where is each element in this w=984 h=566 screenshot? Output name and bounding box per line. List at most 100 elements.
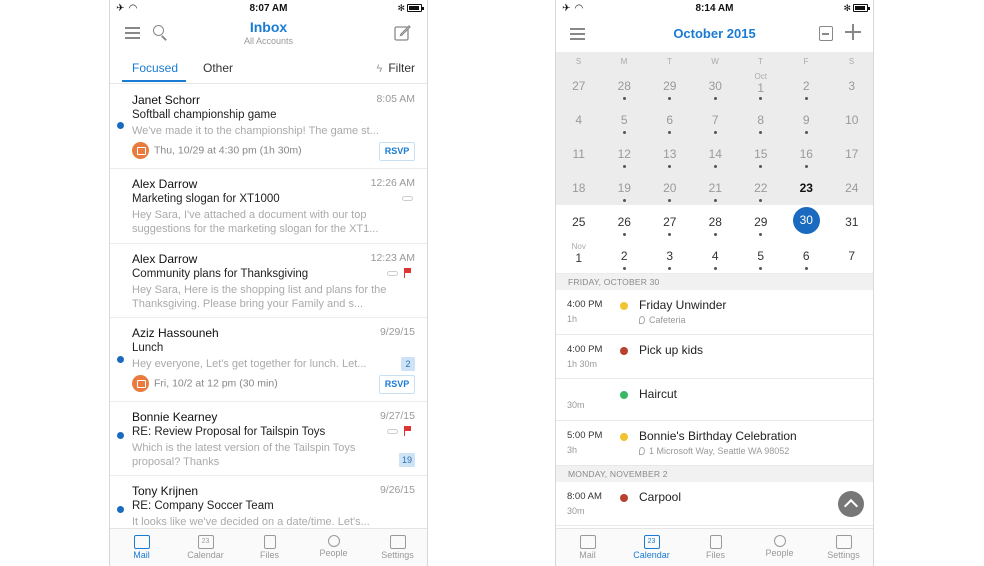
agenda-event[interactable]: 4:00 PM 1h 30m Pick up kids xyxy=(556,335,873,379)
scroll-to-top-button[interactable] xyxy=(838,491,864,517)
day-number: 3 xyxy=(666,249,674,263)
day-cell[interactable]: Nov 1 xyxy=(556,239,602,273)
message-time: 9/29/15 xyxy=(379,326,415,338)
day-cell[interactable]: 28 xyxy=(692,205,738,239)
tab-settings[interactable]: Settings xyxy=(812,529,873,566)
message-row[interactable]: Aziz Hassouneh 9/29/15 Lunch Hey everyon… xyxy=(110,318,427,402)
day-cell[interactable]: 15 xyxy=(738,137,784,171)
day-cell[interactable]: 5 xyxy=(738,239,784,273)
agenda-view-icon[interactable] xyxy=(819,26,833,41)
event-duration: 1h 30m xyxy=(567,359,598,369)
day-cell[interactable]: 4 xyxy=(692,239,738,273)
day-cell[interactable]: 3 xyxy=(829,69,873,103)
day-cell[interactable]: 20 xyxy=(647,171,693,205)
tab-settings[interactable]: Settings xyxy=(366,529,427,566)
compose-icon[interactable] xyxy=(394,24,411,41)
filter-button[interactable]: ϟ Filter xyxy=(377,61,416,75)
message-row[interactable]: Alex Darrow 12:23 AM Community plans for… xyxy=(110,244,427,318)
day-cell[interactable]: 5 xyxy=(602,103,648,137)
day-cell[interactable]: 2 xyxy=(784,69,830,103)
agenda-event[interactable]: 30m Haircut xyxy=(556,379,873,421)
rsvp-button[interactable]: RSVP xyxy=(379,375,415,394)
day-cell[interactable]: 9 xyxy=(784,103,830,137)
day-cell[interactable]: 10 xyxy=(829,103,873,137)
add-event-icon[interactable] xyxy=(845,24,861,40)
day-cell[interactable]: 19 xyxy=(602,171,648,205)
day-cell[interactable]: 12 xyxy=(602,137,648,171)
tab-other[interactable]: Other xyxy=(203,61,233,75)
day-cell[interactable]: 27 xyxy=(647,205,693,239)
message-preview: Hey Sara, I've attached a document with … xyxy=(132,209,379,235)
event-time: 8:00 AM xyxy=(567,491,602,502)
day-cell[interactable]: 7 xyxy=(693,103,739,137)
day-cell[interactable]: 14 xyxy=(693,137,739,171)
day-number: 20 xyxy=(663,181,677,195)
day-cell[interactable]: 11 xyxy=(556,137,602,171)
tab-mail[interactable]: Mail xyxy=(556,529,619,566)
tab-files[interactable]: Files xyxy=(684,529,747,566)
tab-label: Mail xyxy=(133,550,150,560)
day-cell[interactable]: 28 xyxy=(602,69,648,103)
message-subject: Lunch xyxy=(132,342,164,354)
day-cell[interactable]: 13 xyxy=(647,137,693,171)
day-cell[interactable]: 29 xyxy=(738,205,784,239)
tab-label: Settings xyxy=(381,550,414,560)
message-time: 9/26/15 xyxy=(379,484,415,496)
tab-mail[interactable]: Mail xyxy=(110,529,173,566)
day-cell-selected[interactable]: 30 xyxy=(783,205,829,239)
day-number: 19 xyxy=(617,181,631,195)
message-preview: Which is the latest version of the Tails… xyxy=(132,442,356,468)
tab-label: People xyxy=(319,548,348,558)
day-cell[interactable]: 16 xyxy=(784,137,830,171)
event-duration: 1h xyxy=(567,314,578,324)
day-number: 1 xyxy=(757,81,765,95)
day-cell[interactable]: 27 xyxy=(556,69,602,103)
agenda-event[interactable]: 5:00 PM 3h Bonnie's Birthday Celebration 1 … xyxy=(556,421,873,466)
event-indicator-dot xyxy=(668,199,671,202)
tab-calendar[interactable]: 23 Calendar xyxy=(620,529,683,566)
tab-people[interactable]: People xyxy=(302,529,365,566)
day-number: 21 xyxy=(708,181,722,195)
day-cell-today[interactable]: 23 xyxy=(784,171,830,205)
day-cell[interactable]: 4 xyxy=(556,103,602,137)
day-cell[interactable]: 30 xyxy=(693,69,739,103)
tab-calendar[interactable]: 23 Calendar xyxy=(174,529,237,566)
day-number: 5 xyxy=(757,249,765,263)
day-cell[interactable]: 17 xyxy=(829,137,873,171)
agenda-event[interactable]: 8:00 AM 30m Carpool xyxy=(556,482,873,526)
day-cell[interactable]: 25 xyxy=(556,205,602,239)
day-number: 28 xyxy=(708,215,722,229)
week-row: 18 19 20 21 22 23 24 xyxy=(556,171,873,205)
message-sender: Janet Schorr xyxy=(132,93,201,107)
filter-label: Filter xyxy=(388,61,415,75)
event-indicator-dot xyxy=(622,165,626,168)
day-cell[interactable]: 22 xyxy=(738,171,784,205)
rsvp-button[interactable]: RSVP xyxy=(379,142,415,161)
thread-count-badge: 19 xyxy=(399,453,415,467)
day-cell[interactable]: 18 xyxy=(556,171,602,205)
tab-people[interactable]: People xyxy=(748,529,811,566)
day-number: 14 xyxy=(708,147,722,161)
day-cell[interactable]: 2 xyxy=(601,239,647,273)
message-row[interactable]: Janet Schorr 8:05 AM Softball championsh… xyxy=(110,85,427,169)
day-cell[interactable]: 3 xyxy=(647,239,693,273)
day-cell[interactable]: 6 xyxy=(783,239,829,273)
message-row[interactable]: Tony Krijnen 9/26/15 RE: Company Soccer … xyxy=(110,476,427,536)
message-row[interactable]: Alex Darrow 12:26 AM Marketing slogan fo… xyxy=(110,169,427,244)
event-location: 1 Microsoft Way, Seattle WA 98052 xyxy=(639,446,789,456)
agenda-event[interactable]: 4:00 PM 1h Friday Unwinder Cafeteria xyxy=(556,290,873,335)
day-cell[interactable]: 7 xyxy=(829,239,873,273)
message-row[interactable]: Bonnie Kearney 9/27/15 RE: Review Propos… xyxy=(110,402,427,476)
day-cell[interactable]: 8 xyxy=(738,103,784,137)
week-row: Nov 1 2 3 4 5 6 7 xyxy=(556,239,873,273)
day-cell[interactable]: 31 xyxy=(829,205,873,239)
day-cell[interactable]: Oct 1 xyxy=(738,69,784,103)
day-cell[interactable]: 6 xyxy=(647,103,693,137)
bluetooth-icon: ✻ xyxy=(843,3,851,13)
day-cell[interactable]: 21 xyxy=(693,171,739,205)
day-cell[interactable]: 29 xyxy=(647,69,693,103)
tab-focused[interactable]: Focused xyxy=(132,61,178,75)
day-cell[interactable]: 24 xyxy=(829,171,873,205)
day-cell[interactable]: 26 xyxy=(601,205,647,239)
tab-files[interactable]: Files xyxy=(238,529,301,566)
